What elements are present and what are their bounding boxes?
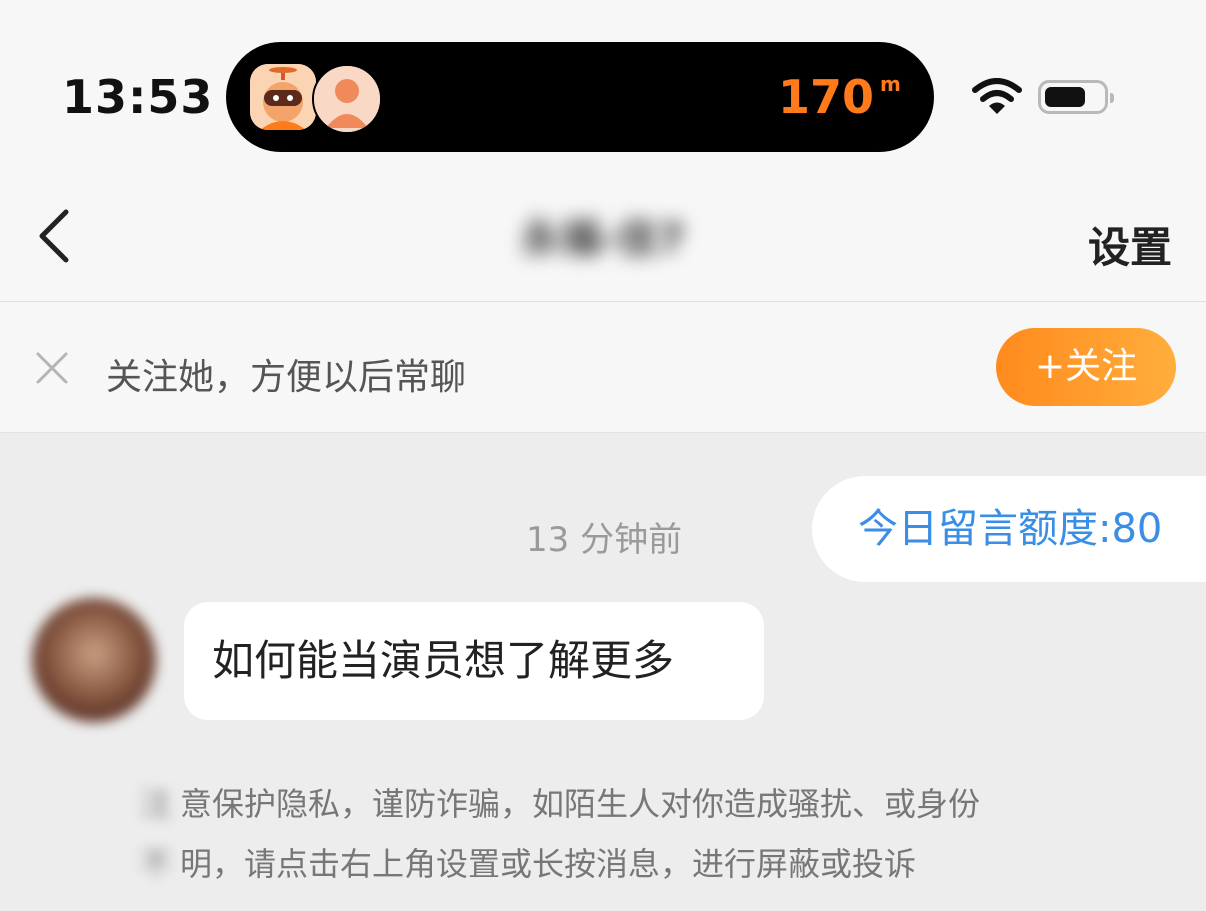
safety-notice-line-2: 不明，请点击右上角设置或长按消息，进行屏蔽或投诉: [140, 834, 1100, 894]
dynamic-island[interactable]: 170 m: [226, 42, 934, 152]
safety-notice-line-1-text: 意保护隐私，谨防诈骗，如陌生人对你造成骚扰、或身份: [180, 785, 981, 823]
distance-unit: m: [880, 72, 901, 96]
safety-notice-line-2-lead: 不: [140, 845, 173, 883]
distance-readout: 170 m: [777, 70, 901, 124]
chat-title: 永福-佳7: [520, 216, 686, 262]
status-time: 13:53: [62, 70, 214, 124]
safety-notice-line-1-lead: 注: [140, 785, 173, 823]
safety-notice-line-2-text: 明，请点击右上角设置或长按消息，进行屏蔽或投诉: [180, 845, 917, 883]
message-quota-badge: 今日留言额度:80: [812, 476, 1206, 582]
contact-avatar[interactable]: [32, 598, 156, 722]
follow-banner: 关注她，方便以后常聊 +关注: [0, 302, 1206, 433]
status-bar: 13:53 170 m: [0, 0, 1206, 170]
rider-avatar-icon: [250, 64, 316, 130]
user-avatar-icon: [312, 64, 382, 134]
nav-bar: 永福-佳7 设置: [0, 170, 1206, 302]
close-icon[interactable]: [34, 350, 70, 386]
follow-prompt-text: 关注她，方便以后常聊: [106, 357, 467, 398]
battery-icon: [1038, 80, 1114, 114]
wifi-icon: [972, 78, 1022, 120]
settings-button[interactable]: 设置: [1088, 214, 1172, 275]
message-timestamp: 13 分钟前: [526, 520, 683, 560]
safety-notice-line-1: 注意保护隐私，谨防诈骗，如陌生人对你造成骚扰、或身份: [140, 774, 1100, 834]
safety-notice: 注意保护隐私，谨防诈骗，如陌生人对你造成骚扰、或身份 不明，请点击右上角设置或长…: [140, 774, 1100, 894]
message-bubble[interactable]: 如何能当演员想了解更多: [184, 602, 764, 720]
distance-value: 170: [777, 70, 874, 124]
follow-button[interactable]: +关注: [996, 328, 1176, 406]
